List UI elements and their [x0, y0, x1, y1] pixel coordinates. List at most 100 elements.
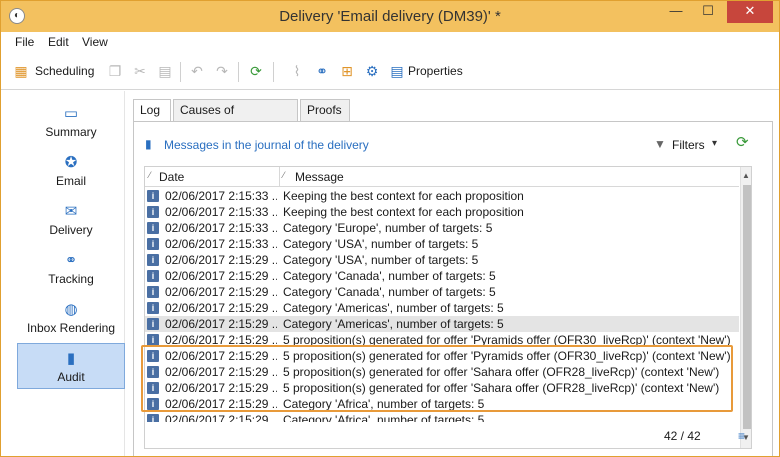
cut-icon[interactable]: ✂ — [132, 63, 148, 79]
sidebar-item-delivery[interactable]: ✉ Delivery — [17, 197, 125, 243]
sidebar-item-tracking[interactable]: ⚭ Tracking — [17, 246, 125, 292]
table-row[interactable]: i 02/06/2017 2:15:29 ... Category 'USA', n… — [145, 252, 739, 268]
row-message: 5 proposition(s) generated for offer 'Sa… — [283, 381, 720, 395]
info-icon: i — [147, 222, 159, 234]
minimize-button[interactable]: — — [661, 1, 691, 23]
journal-icon: ▮ — [145, 137, 152, 151]
sidebar-item-inbox-rendering[interactable]: ◍ Inbox Rendering — [17, 295, 125, 341]
info-icon: i — [147, 286, 159, 298]
sidebar-item-label: Email — [55, 174, 86, 188]
gift-icon[interactable]: ⊞ — [339, 63, 355, 79]
row-date: 02/06/2017 2:15:29 ... — [165, 397, 277, 411]
info-icon: i — [147, 350, 159, 362]
link-icon[interactable]: ⚭ — [314, 63, 330, 79]
refresh-icon[interactable]: ⟳ — [248, 63, 264, 79]
table-row[interactable]: i 02/06/2017 2:15:29 ... 5 proposition(s) … — [145, 380, 739, 396]
copy-icon[interactable]: ❐ — [107, 63, 123, 79]
row-message: Category 'Americas', number of targets: … — [283, 317, 504, 331]
log-panel: ▮ Messages in the journal of the deliver… — [133, 121, 773, 456]
info-icon: i — [147, 366, 159, 378]
table-row[interactable]: i 02/06/2017 2:15:33 ... Keeping the best … — [145, 188, 739, 204]
info-icon: i — [147, 190, 159, 202]
undo-icon[interactable]: ↶ — [189, 63, 205, 79]
table-row[interactable]: i 02/06/2017 2:15:29 ... Category 'Africa'… — [145, 396, 739, 412]
toolbar-divider — [180, 62, 181, 82]
tab-causes-of-exclusions[interactable]: Causes of exclusions — [173, 99, 298, 138]
info-icon: i — [147, 270, 159, 282]
table-row[interactable]: i 02/06/2017 2:15:33 ... Category 'Europe'… — [145, 220, 739, 236]
menu-file[interactable]: File — [15, 35, 34, 49]
tab-proofs[interactable]: Proofs — [300, 99, 350, 122]
sidebar-item-summary[interactable]: ▭ Summary — [17, 99, 125, 145]
tab-log[interactable]: Log — [133, 99, 171, 123]
row-date: 02/06/2017 2:15:29 ... — [165, 349, 277, 363]
row-message: Category 'Europe', number of targets: 5 — [283, 221, 493, 235]
email-icon: ✪ — [64, 154, 78, 171]
summary-icon: ▭ — [63, 105, 79, 122]
list-options-icon[interactable]: ≡ — [738, 429, 745, 443]
table-row[interactable]: i 02/06/2017 2:15:29 ... Category 'America… — [145, 300, 739, 316]
row-message: Category 'USA', number of targets: 5 — [283, 237, 479, 251]
scheduling-button[interactable]: Scheduling — [35, 64, 94, 78]
row-date: 02/06/2017 2:15:29 ... — [165, 253, 277, 267]
redo-icon[interactable]: ↷ — [214, 63, 230, 79]
sort-icon: ⁄ — [283, 170, 285, 180]
column-divider[interactable] — [279, 167, 280, 187]
row-date: 02/06/2017 2:15:33 ... — [165, 221, 277, 235]
row-date: 02/06/2017 2:15:29 ... — [165, 317, 277, 331]
vertical-scrollbar[interactable]: ▲ ▼ — [740, 167, 751, 448]
menu-view[interactable]: View — [82, 35, 108, 49]
menu-edit[interactable]: Edit — [48, 35, 69, 49]
column-header-message[interactable]: Message — [295, 170, 344, 184]
row-date: 02/06/2017 2:15:33 ... — [165, 205, 277, 219]
refresh-icon[interactable]: ⟳ — [736, 135, 752, 151]
table-row[interactable]: i 02/06/2017 2:15:29 ... 5 proposition(s) … — [145, 332, 739, 348]
row-message: Category 'Africa', number of targets: 5 — [283, 413, 485, 422]
scrollbar-thumb[interactable] — [743, 185, 751, 429]
row-message: Category 'Africa', number of targets: 5 — [283, 397, 485, 411]
tracking-settings-icon[interactable]: ⚙ — [364, 63, 380, 79]
properties-button[interactable]: Properties — [408, 64, 463, 78]
globe-icon: ◍ — [64, 301, 78, 318]
info-icon: i — [147, 318, 159, 330]
attachment-icon[interactable]: ⌇ — [289, 63, 305, 79]
column-header-date[interactable]: Date — [159, 170, 184, 184]
sort-icon: ⁄ — [149, 170, 151, 180]
row-message: 5 proposition(s) generated for offer 'Py… — [283, 349, 731, 363]
row-date: 02/06/2017 2:15:29 ... — [165, 285, 277, 299]
delivery-window: ◐ Delivery 'Email delivery (DM39)' * — ☐… — [0, 0, 780, 457]
scroll-up-icon[interactable]: ▲ — [742, 171, 750, 180]
chevron-down-icon[interactable]: ▾ — [712, 138, 717, 149]
table-row[interactable]: i 02/06/2017 2:15:29 ... 5 proposition(s) … — [145, 348, 739, 364]
sidebar-item-label: Inbox Rendering — [26, 321, 116, 335]
info-icon: i — [147, 254, 159, 266]
menu-bar: File Edit View — [1, 32, 779, 52]
row-message: Category 'Americas', number of targets: … — [283, 301, 504, 315]
close-button[interactable]: ✕ — [727, 1, 773, 23]
log-grid: ⁄ Date ⁄ Message i 02/06/2017 2:15:33 ...… — [144, 166, 752, 449]
row-message: 5 proposition(s) generated for offer 'Py… — [283, 333, 731, 347]
sidebar: ▭ Summary ✪ Email ✉ Delivery ⚭ Tracking … — [1, 91, 125, 456]
info-icon: i — [147, 382, 159, 394]
table-row-selected[interactable]: i 02/06/2017 2:15:29 ... Category 'America… — [145, 316, 739, 332]
table-row[interactable]: i 02/06/2017 2:15:33 ... Category 'USA', n… — [145, 236, 739, 252]
paste-icon[interactable]: ▤ — [157, 63, 173, 79]
filters-button[interactable]: Filters — [672, 138, 705, 152]
row-count: 42 / 42 — [664, 429, 701, 443]
properties-icon[interactable]: ▤ — [389, 63, 405, 79]
row-message: Keeping the best context for each propos… — [283, 189, 524, 203]
table-row[interactable]: i 02/06/2017 2:15:29 ... Category 'Canada'… — [145, 284, 739, 300]
maximize-button[interactable]: ☐ — [693, 1, 723, 23]
table-row[interactable]: i 02/06/2017 2:15:29 ... 5 proposition(s) … — [145, 364, 739, 380]
toolbar: ▦ Scheduling ❐ ✂ ▤ ↶ ↷ ⟳ ⌇ ⚭ ⊞ ⚙ ▤ Prope… — [1, 52, 779, 90]
table-row[interactable]: i 02/06/2017 2:15:29 ... Category 'Africa'… — [145, 412, 739, 422]
row-date: 02/06/2017 2:15:29 ... — [165, 301, 277, 315]
filter-icon[interactable]: ▼ — [654, 137, 666, 151]
row-date: 02/06/2017 2:15:29 ... — [165, 333, 277, 347]
title-bar[interactable]: ◐ Delivery 'Email delivery (DM39)' * — ☐… — [1, 1, 779, 32]
table-row[interactable]: i 02/06/2017 2:15:29 ... Category 'Canada'… — [145, 268, 739, 284]
table-row[interactable]: i 02/06/2017 2:15:33 ... Keeping the best … — [145, 204, 739, 220]
sidebar-item-audit[interactable]: ▮ Audit — [17, 343, 125, 389]
calendar-icon[interactable]: ▦ — [13, 63, 29, 79]
sidebar-item-email[interactable]: ✪ Email — [17, 148, 125, 194]
